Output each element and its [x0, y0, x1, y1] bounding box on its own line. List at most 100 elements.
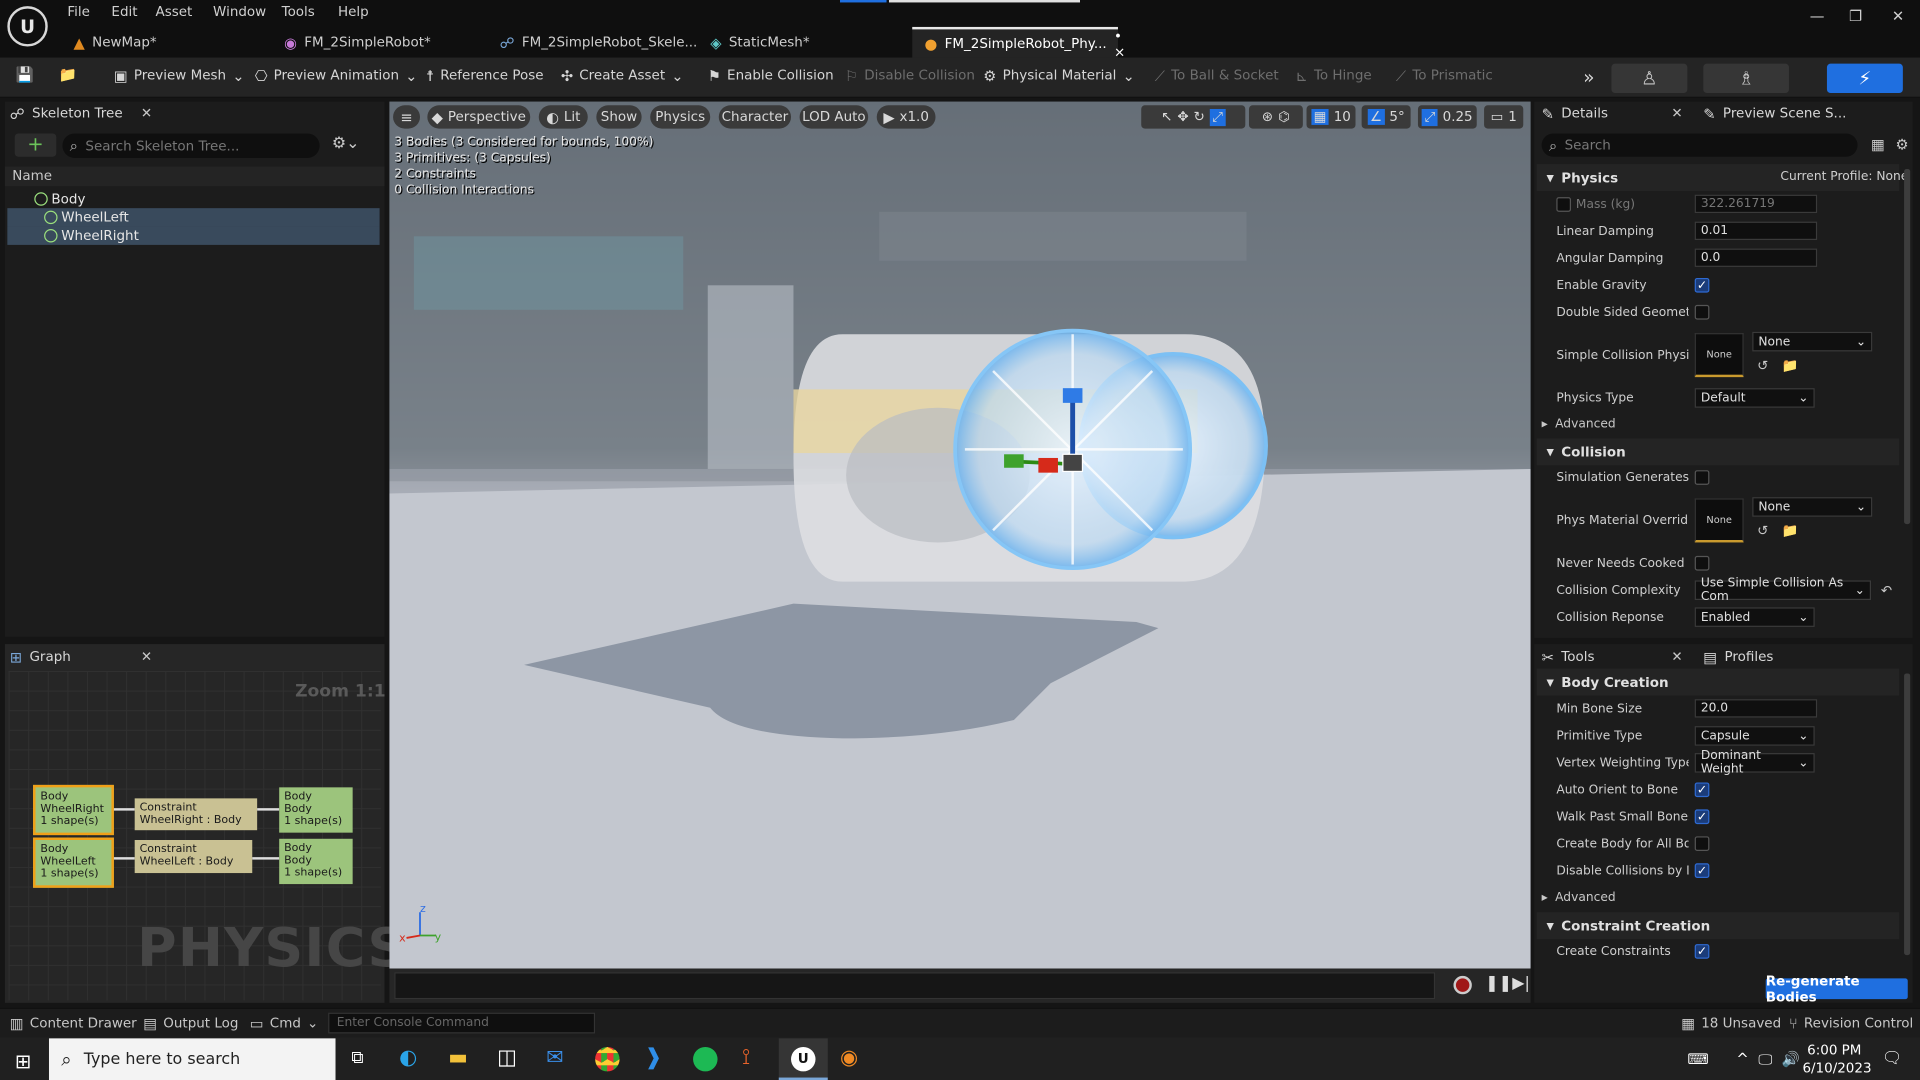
regenerate-bodies-button[interactable]: Re-generate Bodies [1765, 973, 1908, 1005]
reference-pose-button[interactable]: ☨ Reference Pose [426, 67, 543, 83]
reset-to-default-icon[interactable]: ↶ [1881, 583, 1892, 599]
menu-asset[interactable]: Asset [156, 4, 193, 20]
close-panel-icon[interactable]: ✕ [1671, 649, 1682, 665]
character-button[interactable]: Character [718, 105, 792, 129]
close-window-icon[interactable]: ✕ [1892, 7, 1904, 24]
step-forward-icon[interactable]: ▶| [1512, 975, 1530, 993]
expand-toolbar-icon[interactable]: » [1583, 66, 1594, 88]
tab-newmap[interactable]: ▲ NewMap* [61, 27, 169, 58]
edge-icon[interactable]: ◐ [399, 1046, 417, 1070]
table-view-icon[interactable]: ▦ [1871, 136, 1885, 153]
bone-row-wheelright[interactable]: WheelRight [7, 226, 380, 245]
output-log-button[interactable]: ▤ Output Log [143, 1015, 238, 1031]
never-needs-cooked-checkbox[interactable] [1694, 555, 1710, 571]
disable-collision-button[interactable]: ⚐ Disable Collision [845, 67, 975, 83]
transform-tools[interactable]: ↖ ✥ ↻ ⤢ [1141, 105, 1246, 129]
disable-collisions-checkbox[interactable]: ✓ [1694, 863, 1710, 878]
enable-gravity-checkbox[interactable]: ✓ [1694, 277, 1710, 293]
skeleton-tree-tab[interactable]: ☍ Skeleton Tree [10, 105, 123, 121]
min-bone-size-input[interactable]: 20.0 [1694, 699, 1818, 718]
chevron-up-icon[interactable]: ^ [1736, 1051, 1748, 1068]
vscode-icon[interactable]: ❱ [644, 1044, 662, 1070]
physics-button[interactable]: Physics [650, 105, 711, 129]
create-body-all-checkbox[interactable] [1694, 836, 1710, 852]
collision-complexity-dropdown[interactable]: Use Simple Collision As Com ⌄ [1694, 577, 1872, 604]
close-tab-button[interactable]: • × [1114, 28, 1125, 60]
close-panel-icon[interactable]: ✕ [141, 649, 152, 665]
sim-generates-checkbox[interactable] [1694, 470, 1710, 485]
timeline-track[interactable] [394, 972, 1436, 1000]
show-button[interactable]: Show [596, 105, 642, 129]
notification-icon[interactable]: 🗨 [1882, 1049, 1902, 1067]
file-explorer-icon[interactable]: ▬ [448, 1046, 468, 1070]
tab-staticmesh[interactable]: ◈ StaticMesh* [698, 27, 822, 58]
cmd-dropdown[interactable]: ▭ Cmd ⌄ [250, 1015, 319, 1031]
settings-gear-icon[interactable]: ⚙⌄ [332, 135, 360, 153]
spotify-icon[interactable] [693, 1046, 718, 1072]
viewport[interactable]: z x y [389, 101, 1531, 969]
lit-button[interactable]: ◐ Lit [538, 105, 588, 129]
add-bone-button[interactable]: + [14, 133, 57, 157]
scale-icon[interactable]: ⤢ [1209, 108, 1226, 126]
use-selected-icon[interactable]: ↺ [1757, 358, 1768, 374]
unsaved-button[interactable]: ▦ 18 Unsaved [1681, 1015, 1781, 1031]
walk-past-checkbox[interactable]: ✓ [1694, 809, 1710, 825]
to-prismatic-button[interactable]: ⟋ To Prismatic [1396, 67, 1493, 83]
details-scrollbar[interactable] [1904, 168, 1911, 525]
menu-file[interactable]: File [67, 4, 90, 20]
tab-physics-asset[interactable]: ● FM_2SimpleRobot_Phy... • × [912, 26, 1125, 59]
bone-row-body[interactable]: Body [7, 190, 379, 208]
windows-start-icon[interactable]: ⊞ [15, 1049, 31, 1072]
simple-collision-dropdown[interactable]: None ⌄ [1752, 331, 1873, 352]
tab-skeleton[interactable]: ☍ FM_2SimpleRobot_Skele... [487, 27, 709, 58]
to-hinge-button[interactable]: ⊾ To Hinge [1296, 67, 1372, 83]
close-panel-icon[interactable]: ✕ [1671, 105, 1682, 121]
auto-orient-checkbox[interactable]: ✓ [1694, 782, 1710, 798]
advanced-physics-row[interactable]: ▸ Advanced [1542, 418, 1616, 431]
physics-editor-button[interactable]: ⚡ [1826, 63, 1903, 94]
rotate-icon[interactable]: ↻ [1194, 109, 1205, 125]
graph-node-body-wheelright[interactable]: Body WheelRight 1 shape(s) [33, 784, 114, 836]
bone-row-wheelleft[interactable]: WheelLeft [7, 208, 380, 227]
save-icon[interactable]: 💾 [16, 67, 34, 82]
tab-blueprint[interactable]: ◉ FM_2SimpleRobot* [272, 27, 443, 58]
record-icon[interactable] [1453, 975, 1472, 995]
network-icon[interactable]: 🖵 [1758, 1051, 1772, 1069]
to-ball-socket-button[interactable]: ⟋ To Ball & Socket [1155, 67, 1279, 83]
camera-speed-button[interactable]: ▭ 1 [1484, 105, 1524, 129]
play-speed-button[interactable]: ▶ x1.0 [876, 105, 936, 129]
phys-material-thumbnail[interactable]: None [1694, 498, 1744, 543]
volume-icon[interactable]: 🔊 [1782, 1051, 1800, 1068]
details-tab[interactable]: ✎ Details [1542, 105, 1608, 121]
scale-snap-button[interactable]: ⤢ 0.25 [1417, 105, 1477, 129]
angular-damping-input[interactable]: 0.0 [1694, 248, 1818, 267]
collision-section-header[interactable]: ▾ Collision [1536, 438, 1900, 466]
double-sided-checkbox[interactable] [1694, 304, 1710, 320]
select-icon[interactable]: ↖ [1161, 109, 1172, 125]
grid-snap-button[interactable]: ▦ 10 [1306, 105, 1356, 129]
browse-icon[interactable]: 📁 [59, 67, 77, 82]
content-drawer-button[interactable]: ▥ Content Drawer [10, 1015, 137, 1031]
revision-control-button[interactable]: ⑂ Revision Control [1789, 1015, 1913, 1031]
blender-icon[interactable]: ◉ [840, 1046, 858, 1070]
browse-icon[interactable]: 📁 [1782, 358, 1799, 374]
simple-collision-thumbnail[interactable]: None [1694, 333, 1744, 378]
perspective-button[interactable]: ◆ Perspective [427, 105, 531, 129]
physical-material-button[interactable]: ⚙ Physical Material ⌄ [983, 67, 1135, 83]
git-client-icon[interactable]: ⟟ [742, 1044, 750, 1070]
close-panel-icon[interactable]: ✕ [141, 105, 152, 121]
details-search-input[interactable]: ⌕ Search [1541, 133, 1858, 157]
menu-window[interactable]: Window [213, 4, 266, 20]
create-asset-button[interactable]: ✣ Create Asset ⌄ [561, 67, 684, 83]
phys-material-dropdown[interactable]: None ⌄ [1752, 497, 1873, 517]
physics-type-dropdown[interactable]: Default ⌄ [1694, 388, 1815, 408]
graph-node-body-wheelleft[interactable]: Body WheelLeft 1 shape(s) [33, 837, 114, 888]
pause-icon[interactable]: ❚❚ [1485, 975, 1512, 993]
preview-scene-tab[interactable]: ✎ Preview Scene S... [1703, 105, 1846, 121]
graph-node-body-body[interactable]: Body Body 1 shape(s) [279, 838, 353, 885]
primitive-type-dropdown[interactable]: Capsule ⌄ [1694, 726, 1815, 746]
menu-tools[interactable]: Tools [282, 4, 315, 20]
coordinate-tools[interactable]: ⊛ ⌬ [1248, 105, 1303, 129]
angle-snap-button[interactable]: ∠ 5° [1361, 105, 1411, 129]
mesh-editor-button[interactable]: ♗ [1703, 63, 1789, 94]
